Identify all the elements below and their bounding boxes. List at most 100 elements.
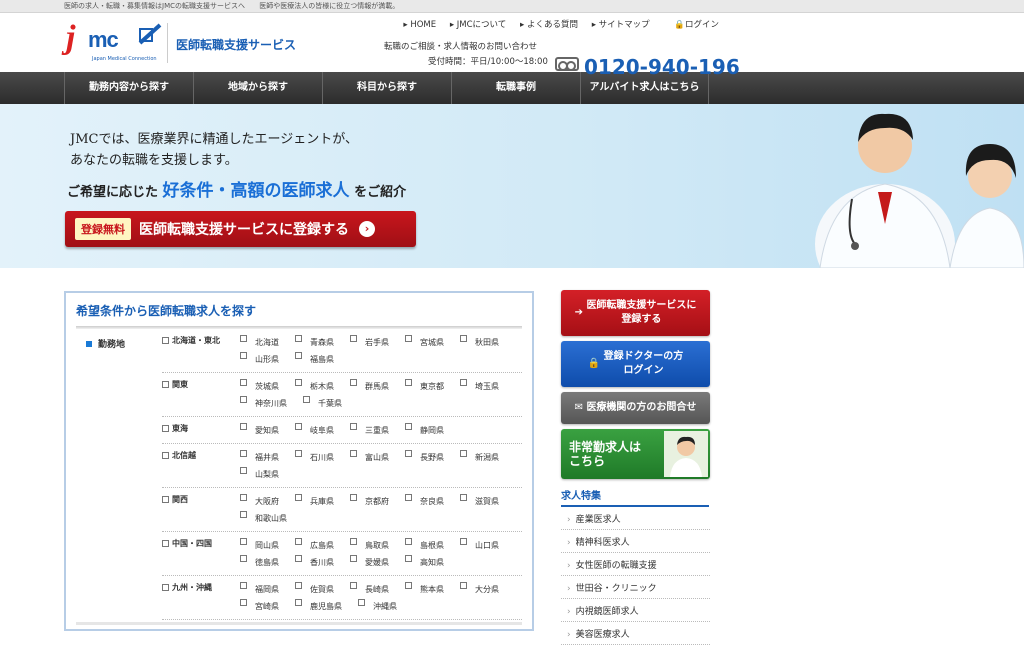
prefecture-name: 岡山県 <box>255 541 279 550</box>
region-checkbox[interactable]: 関東 <box>162 379 240 413</box>
prefecture-checkbox[interactable]: 静岡県 <box>405 423 452 436</box>
feature-link[interactable]: 美容医療求人 <box>561 622 710 645</box>
prefecture-checkbox[interactable]: 宮崎県 <box>240 599 287 612</box>
prefecture-checkbox[interactable]: 山梨県 <box>240 467 287 480</box>
prefecture-name: 長崎県 <box>365 585 389 594</box>
nav-home[interactable]: ▸ HOME <box>403 20 436 30</box>
prefecture-checkbox[interactable]: 大分県 <box>460 582 507 595</box>
prefecture-checkbox[interactable]: 新潟県 <box>460 450 507 463</box>
region-row: 北海道・東北 北海道 青森県 岩手県 宮城県 秋田県山形県 福島県 <box>162 329 522 373</box>
checkbox-icon <box>240 555 247 562</box>
prefecture-checkbox[interactable]: 北海道 <box>240 335 287 348</box>
prefecture-checkbox[interactable]: 滋賀県 <box>460 494 507 507</box>
region-checkbox[interactable]: 九州・沖縄 <box>162 582 240 616</box>
prefecture-checkbox[interactable]: 山形県 <box>240 352 287 365</box>
prefecture-checkbox[interactable]: 和歌山県 <box>240 511 295 524</box>
hero-register-button[interactable]: 登録無料 医師転職支援サービスに登録する › <box>65 211 416 247</box>
region-checkbox[interactable]: 関西 <box>162 494 240 528</box>
checkbox-icon <box>295 335 302 342</box>
feature-link[interactable]: 世田谷・クリニック <box>561 576 710 599</box>
sidebar-register-button[interactable]: ➔ 医師転職支援サービスに 登録する <box>561 290 710 336</box>
prefecture-checkbox[interactable]: 岐阜県 <box>295 423 342 436</box>
prefecture-checkbox[interactable]: 兵庫県 <box>295 494 342 507</box>
checkbox-icon <box>295 582 302 589</box>
prefecture-checkbox[interactable]: 千葉県 <box>303 396 350 409</box>
prefecture-checkbox[interactable]: 東京都 <box>405 379 452 392</box>
region-list: 北海道・東北 北海道 青森県 岩手県 宮城県 秋田県山形県 福島県関東 茨城県 栃木県 群馬県 東京… <box>162 329 522 620</box>
prefecture-checkbox[interactable]: 埼玉県 <box>460 379 507 392</box>
prefecture-checkbox[interactable]: 島根県 <box>405 538 452 551</box>
prefecture-checkbox[interactable]: 富山県 <box>350 450 397 463</box>
feature-link[interactable]: 産業医求人 <box>561 507 710 530</box>
region-checkbox[interactable]: 中国・四国 <box>162 538 240 572</box>
free-badge: 登録無料 <box>75 218 131 240</box>
prefecture-checkbox[interactable]: 沖縄県 <box>358 599 405 612</box>
region-checkbox[interactable]: 北信越 <box>162 450 240 484</box>
prefecture-checkbox[interactable]: 鳥取県 <box>350 538 397 551</box>
prefecture-checkbox[interactable]: 佐賀県 <box>295 582 342 595</box>
prefecture-checkbox[interactable]: 宮城県 <box>405 335 452 348</box>
region-checkbox[interactable]: 東海 <box>162 423 240 440</box>
prefecture-checkbox[interactable]: 三重県 <box>350 423 397 436</box>
hero-line-2: あなたの転職を支援します。 <box>70 153 238 168</box>
prefecture-name: 神奈川県 <box>255 399 287 408</box>
prefecture-checkbox[interactable]: 鹿児島県 <box>295 599 350 612</box>
prefecture-checkbox[interactable]: 栃木県 <box>295 379 342 392</box>
prefecture-checkbox[interactable]: 長野県 <box>405 450 452 463</box>
prefecture-checkbox[interactable]: 山口県 <box>460 538 507 551</box>
phone-number[interactable]: 0120-940-196 <box>584 55 740 79</box>
prefecture-checkbox[interactable]: 青森県 <box>295 335 342 348</box>
prefecture-checkbox[interactable]: 京都府 <box>350 494 397 507</box>
prefecture-name: 沖縄県 <box>373 602 397 611</box>
prefecture-checkbox[interactable]: 神奈川県 <box>240 396 295 409</box>
checkbox-icon <box>350 494 357 501</box>
checkbox-icon <box>295 450 302 457</box>
prefecture-checkbox[interactable]: 岡山県 <box>240 538 287 551</box>
prefecture-name: 石川県 <box>310 453 334 462</box>
prefecture-checkbox[interactable]: 熊本県 <box>405 582 452 595</box>
prefecture-checkbox[interactable]: 徳島県 <box>240 555 287 568</box>
feature-link[interactable]: 内視鏡医師求人 <box>561 599 710 622</box>
prefecture-checkbox[interactable]: 愛媛県 <box>350 555 397 568</box>
prefecture-checkbox[interactable]: 石川県 <box>295 450 342 463</box>
prefecture-checkbox[interactable]: 高知県 <box>405 555 452 568</box>
sidebar: ➔ 医師転職支援サービスに 登録する 🔒 登録ドクターの方 ログイン ✉ 医療機… <box>561 290 710 645</box>
prefecture-name: 滋賀県 <box>475 497 499 506</box>
prefecture-checkbox[interactable]: 広島県 <box>295 538 342 551</box>
nav-faq[interactable]: ▸ よくある質問 <box>520 20 578 30</box>
region-checkbox[interactable]: 北海道・東北 <box>162 335 240 369</box>
prefecture-name: 福井県 <box>255 453 279 462</box>
hero-register-label: 医師転職支援サービスに登録する <box>139 222 349 238</box>
gnav-job-type[interactable]: 勤務内容から探す <box>64 72 193 104</box>
prefecture-name: 福岡県 <box>255 585 279 594</box>
prefecture-name: 愛知県 <box>255 426 279 435</box>
prefecture-checkbox[interactable]: 群馬県 <box>350 379 397 392</box>
sidebar-medical-inquiry-button[interactable]: ✉ 医療機関の方のお問合せ <box>561 392 710 424</box>
prefecture-checkbox[interactable]: 福井県 <box>240 450 287 463</box>
prefecture-checkbox[interactable]: 岩手県 <box>350 335 397 348</box>
prefecture-name: 北海道 <box>255 338 279 347</box>
prefecture-checkbox[interactable]: 長崎県 <box>350 582 397 595</box>
prefecture-checkbox[interactable]: 愛知県 <box>240 423 287 436</box>
sidebar-login-button[interactable]: 🔒 登録ドクターの方 ログイン <box>561 341 710 387</box>
nav-login[interactable]: 🔒ログイン <box>663 20 719 30</box>
prefecture-checkbox[interactable]: 香川県 <box>295 555 342 568</box>
prefecture-checkbox[interactable]: 福島県 <box>295 352 342 365</box>
gnav-region[interactable]: 地域から探す <box>193 72 322 104</box>
feature-link[interactable]: 精神科医求人 <box>561 530 710 553</box>
gnav-cases[interactable]: 転職事例 <box>451 72 580 104</box>
feature-link[interactable]: 女性医師の転職支援 <box>561 553 710 576</box>
prefecture-checkbox[interactable]: 大阪府 <box>240 494 287 507</box>
gnav-subject[interactable]: 科目から探す <box>322 72 451 104</box>
prefecture-checkbox[interactable]: 茨城県 <box>240 379 287 392</box>
prefecture-checkbox[interactable]: 福岡県 <box>240 582 287 595</box>
utility-nav: ▸ HOME ▸ JMCについて ▸ よくある質問 ▸ サイトマップ 🔒ログイン <box>392 18 719 30</box>
nav-about[interactable]: ▸ JMCについて <box>450 20 507 30</box>
prefecture-checkbox[interactable]: 秋田県 <box>460 335 507 348</box>
prefecture-checkbox[interactable]: 奈良県 <box>405 494 452 507</box>
prefecture-list: 福岡県 佐賀県 長崎県 熊本県 大分県宮崎県 鹿児島県 沖縄県 <box>240 582 522 616</box>
jmc-logo[interactable]: j mc Japan Medical Connection <box>64 19 164 67</box>
sidebar-part-time-button[interactable]: 非常勤求人は こちら <box>561 429 710 479</box>
checkbox-icon <box>295 423 302 430</box>
nav-sitemap[interactable]: ▸ サイトマップ <box>592 20 650 30</box>
